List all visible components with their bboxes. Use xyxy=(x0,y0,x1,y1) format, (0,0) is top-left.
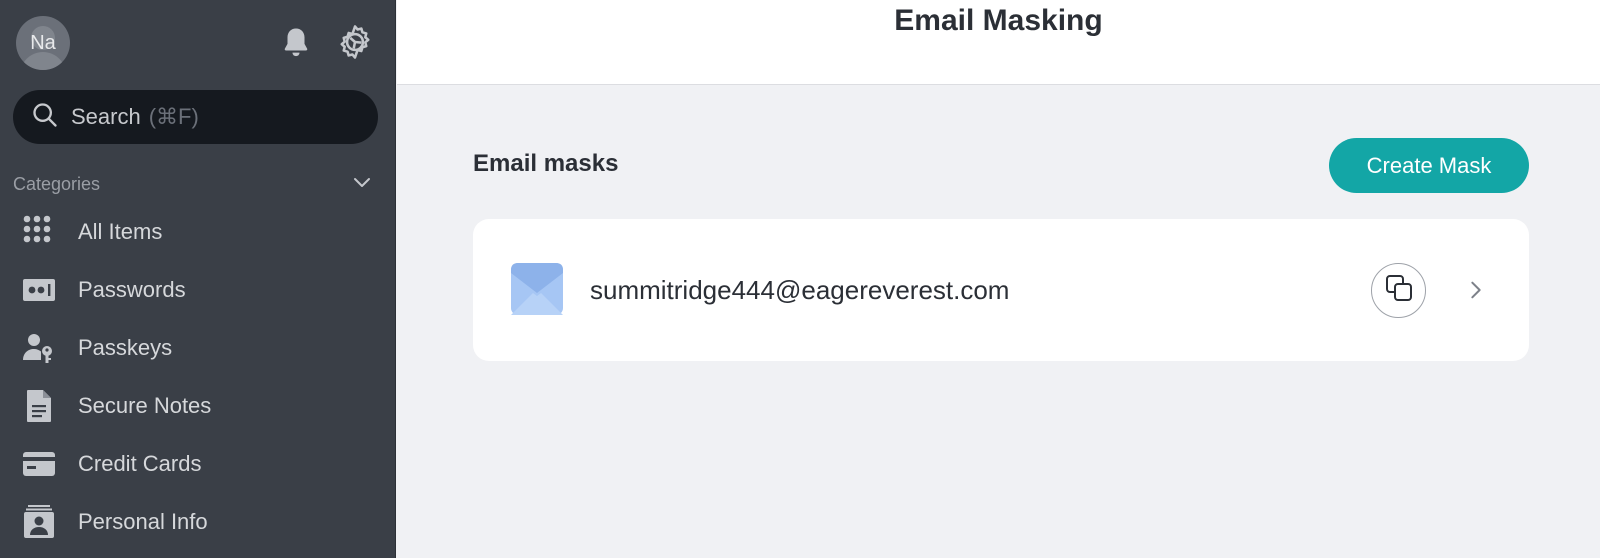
sidebar-item-credit-cards[interactable]: Credit Cards xyxy=(0,438,396,490)
sidebar-item-passkeys[interactable]: Passkeys xyxy=(0,322,396,374)
create-mask-button[interactable]: Create Mask xyxy=(1329,138,1529,193)
sidebar-item-personal-info[interactable]: Personal Info xyxy=(0,496,396,548)
copy-button[interactable] xyxy=(1371,263,1426,318)
sidebar: Na Search (⌘F) Categories All Items Pass… xyxy=(0,0,396,558)
passkey-icon xyxy=(21,330,57,366)
chevron-right-icon[interactable] xyxy=(1461,275,1491,305)
sidebar-item-all-items[interactable]: All Items xyxy=(0,206,396,258)
search-shortcut: (⌘F) xyxy=(148,104,199,129)
sidebar-item-passwords[interactable]: Passwords xyxy=(0,264,396,316)
main-header: Email Masking xyxy=(397,0,1600,85)
section-title: Email masks xyxy=(473,150,619,177)
search-bar[interactable]: Search (⌘F) xyxy=(13,90,378,144)
sidebar-item-label: Credit Cards xyxy=(78,451,202,476)
sidebar-item-label: Passwords xyxy=(78,277,186,302)
grid-icon xyxy=(21,214,57,250)
categories-header[interactable]: Categories xyxy=(13,170,378,198)
chevron-down-icon[interactable] xyxy=(350,170,374,199)
personal-info-icon xyxy=(21,504,57,540)
credit-card-icon xyxy=(21,446,57,482)
sidebar-item-label: All Items xyxy=(78,219,163,244)
gear-icon[interactable] xyxy=(335,22,375,62)
sidebar-item-secure-notes[interactable]: Secure Notes xyxy=(0,380,396,432)
page-title: Email Masking xyxy=(894,4,1103,37)
categories-label: Categories xyxy=(13,173,101,194)
mask-email: summitridge444@eagereverest.com xyxy=(590,275,1010,305)
search-label: Search xyxy=(71,104,141,129)
sidebar-item-label: Passkeys xyxy=(78,335,173,360)
search-icon xyxy=(31,101,59,134)
copy-icon xyxy=(1384,273,1414,308)
bell-icon[interactable] xyxy=(276,22,316,62)
sidebar-item-label: Secure Notes xyxy=(78,393,212,418)
note-icon xyxy=(21,388,57,424)
avatar[interactable]: Na xyxy=(16,16,70,70)
envelope-icon xyxy=(511,263,563,315)
mask-list-item[interactable]: summitridge444@eagereverest.com xyxy=(473,219,1529,361)
password-icon xyxy=(21,272,57,308)
avatar-initials: Na xyxy=(30,32,56,54)
sidebar-item-label: Personal Info xyxy=(78,509,208,534)
